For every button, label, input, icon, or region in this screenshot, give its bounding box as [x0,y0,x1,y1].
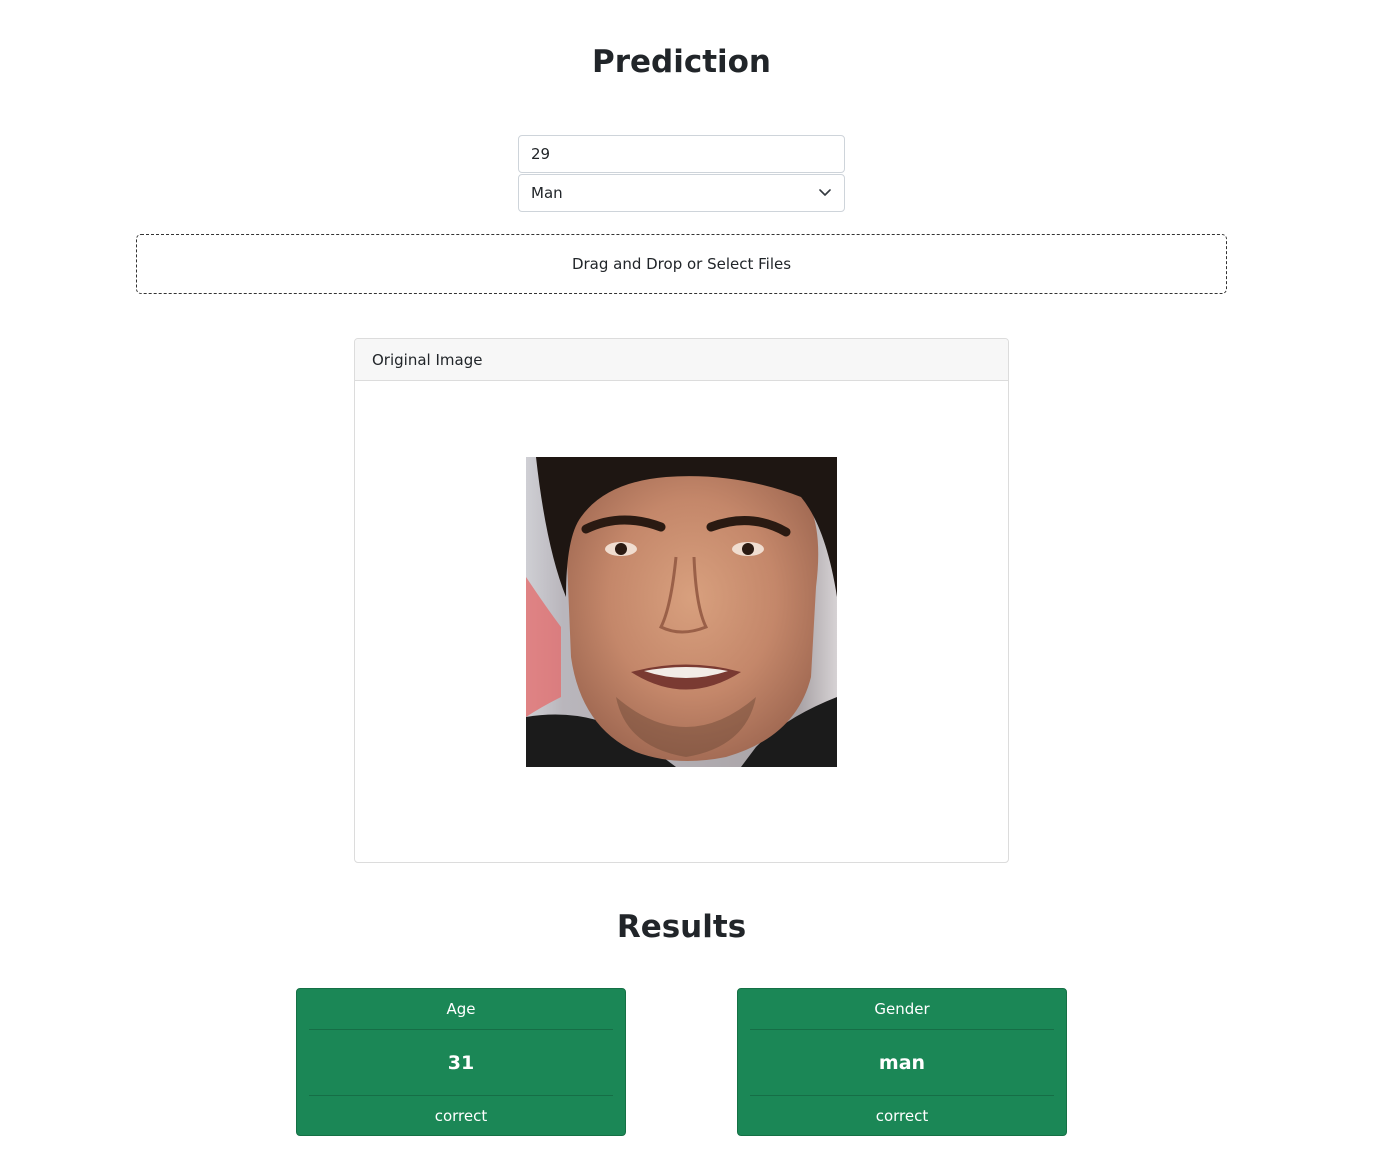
page-title: Prediction [591,44,772,80]
dropzone-label: Drag and Drop or Select Files [571,255,792,273]
page: Prediction Man Drag and Drop or Select F… [0,0,1378,1159]
uploaded-face-photo [526,457,837,767]
gender-result-value: man [878,1051,926,1074]
gender-select-value: Man [531,184,563,202]
chevron-down-icon [818,186,832,200]
age-result-value: 31 [447,1051,475,1074]
age-result-label: Age [309,989,613,1030]
age-result-status: correct [309,1095,613,1135]
gender-result-label: Gender [750,989,1054,1030]
gender-result-status: correct [750,1095,1054,1135]
gender-result-card: Gender man correct [737,988,1067,1136]
file-upload-dropzone[interactable]: Drag and Drop or Select Files [136,234,1227,294]
results-title: Results [616,909,747,945]
age-input[interactable] [518,135,845,173]
gender-select[interactable]: Man [518,174,845,212]
age-result-card: Age 31 correct [296,988,626,1136]
original-image-card: Original Image [354,338,1009,863]
original-image-card-header: Original Image [355,339,1008,381]
original-image-card-body [355,381,1008,862]
